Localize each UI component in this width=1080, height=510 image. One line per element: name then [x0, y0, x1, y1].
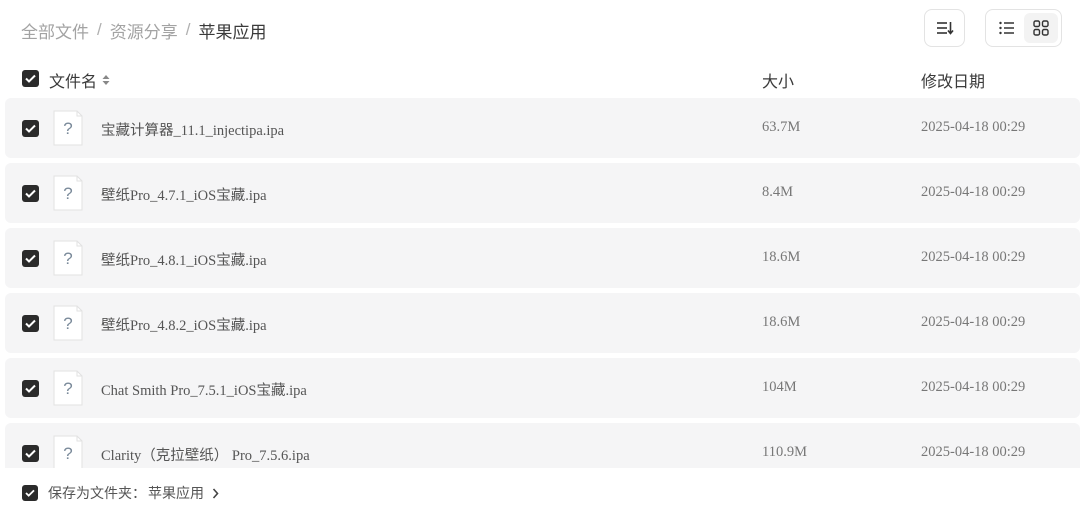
file-name[interactable]: 宝藏计算器_11.1_injectipa.ipa	[101, 119, 284, 140]
row-checkbox[interactable]	[22, 250, 39, 267]
table-row[interactable]: ? Clarity（克拉壁纸） Pro_7.5.6.ipa 110.9M 2025-0…	[5, 423, 1080, 468]
checkmark-icon	[25, 319, 36, 328]
column-header-size[interactable]: 大小	[762, 68, 794, 92]
breadcrumb-item-resource-share[interactable]: 资源分享	[110, 18, 178, 43]
save-as-folder-label: 保存为文件夹：	[48, 485, 146, 501]
svg-text:?: ?	[63, 249, 72, 268]
unknown-file-icon: ?	[53, 435, 83, 468]
table-row[interactable]: ? Chat Smith Pro_7.5.1_iOS宝藏.ipa 104M 2025-…	[5, 358, 1080, 418]
column-header-date[interactable]: 修改日期	[921, 68, 985, 92]
column-header-name-label: 文件名	[49, 74, 98, 91]
svg-text:?: ?	[63, 379, 72, 398]
checkmark-icon	[25, 74, 36, 83]
chevron-right-icon[interactable]	[212, 487, 219, 499]
row-checkbox[interactable]	[22, 120, 39, 137]
checkmark-icon	[25, 189, 36, 198]
file-date: 2025-04-18 00:29	[921, 379, 1026, 395]
file-date: 2025-04-18 00:29	[921, 184, 1026, 200]
unknown-file-icon: ?	[53, 175, 83, 211]
unknown-file-icon: ?	[53, 370, 83, 406]
svg-text:?: ?	[63, 119, 72, 138]
checkmark-icon	[25, 384, 36, 393]
table-row[interactable]: ? 宝藏计算器_11.1_injectipa.ipa 63.7M 2025-04-18…	[5, 98, 1080, 158]
row-checkbox[interactable]	[22, 185, 39, 202]
row-checkbox[interactable]	[22, 445, 39, 462]
unknown-file-icon: ?	[53, 110, 83, 146]
file-list: ? 宝藏计算器_11.1_injectipa.ipa 63.7M 2025-04-18…	[0, 98, 1080, 468]
unknown-file-icon: ?	[53, 240, 83, 276]
file-size: 63.7M	[762, 119, 801, 135]
breadcrumb-separator: /	[97, 20, 102, 39]
table-row[interactable]: ? 壁纸Pro_4.7.1_iOS宝藏.ipa 8.4M 2025-04-18 00:…	[5, 163, 1080, 223]
grid-view-icon	[1032, 20, 1049, 36]
grid-view-button[interactable]	[1023, 13, 1058, 43]
file-date: 2025-04-18 00:29	[921, 249, 1026, 265]
checkmark-icon	[25, 449, 36, 458]
breadcrumb-item-all-files[interactable]: 全部文件	[21, 18, 89, 43]
file-size: 104M	[762, 379, 797, 395]
save-folder-target[interactable]: 苹果应用	[148, 483, 204, 503]
breadcrumb-separator: /	[185, 20, 191, 39]
row-checkbox[interactable]	[22, 315, 39, 332]
file-name[interactable]: 壁纸Pro_4.8.1_iOS宝藏.ipa	[101, 249, 267, 270]
select-all-checkbox[interactable]	[22, 70, 39, 87]
file-size: 18.6M	[762, 249, 801, 265]
file-size: 18.6M	[762, 314, 801, 330]
table-header: 文件名 大小 修改日期	[0, 62, 1080, 94]
list-view-button[interactable]	[990, 13, 1024, 43]
column-header-name[interactable]: 文件名	[49, 68, 110, 92]
sort-updown-icon	[102, 74, 110, 86]
file-name[interactable]: 壁纸Pro_4.7.1_iOS宝藏.ipa	[101, 184, 267, 205]
breadcrumb-current: 苹果应用	[198, 22, 267, 42]
svg-text:?: ?	[63, 184, 72, 203]
file-size: 110.9M	[762, 444, 807, 460]
checkmark-icon	[25, 124, 36, 133]
breadcrumb: 全部文件 / 资源分享 / 苹果应用	[21, 18, 266, 42]
table-row[interactable]: ? 壁纸Pro_4.8.2_iOS宝藏.ipa 18.6M 2025-04-18 00…	[5, 293, 1080, 353]
file-date: 2025-04-18 00:29	[921, 119, 1026, 135]
list-view-icon	[998, 21, 1014, 35]
checkmark-icon	[25, 489, 35, 497]
table-row[interactable]: ? 壁纸Pro_4.8.1_iOS宝藏.ipa 18.6M 2025-04-18 00…	[5, 228, 1080, 288]
svg-text:?: ?	[63, 314, 72, 333]
file-name[interactable]: 壁纸Pro_4.8.2_iOS宝藏.ipa	[101, 314, 267, 335]
file-size: 8.4M	[762, 184, 794, 200]
file-date: 2025-04-18 00:29	[921, 314, 1026, 330]
row-checkbox[interactable]	[22, 380, 39, 397]
sort-button[interactable]	[924, 9, 965, 47]
save-as-folder-checkbox[interactable]	[22, 485, 38, 501]
file-date: 2025-04-18 00:29	[921, 444, 1026, 460]
view-toggle	[985, 9, 1062, 47]
file-name[interactable]: Clarity（克拉壁纸） Pro_7.5.6.ipa	[101, 444, 310, 465]
file-name[interactable]: Chat Smith Pro_7.5.1_iOS宝藏.ipa	[101, 379, 307, 400]
sort-icon	[936, 22, 954, 35]
svg-text:?: ?	[63, 444, 72, 463]
checkmark-icon	[25, 254, 36, 263]
unknown-file-icon: ?	[53, 305, 83, 341]
save-as-folder-option[interactable]: 保存为文件夹： 苹果应用	[22, 483, 219, 503]
